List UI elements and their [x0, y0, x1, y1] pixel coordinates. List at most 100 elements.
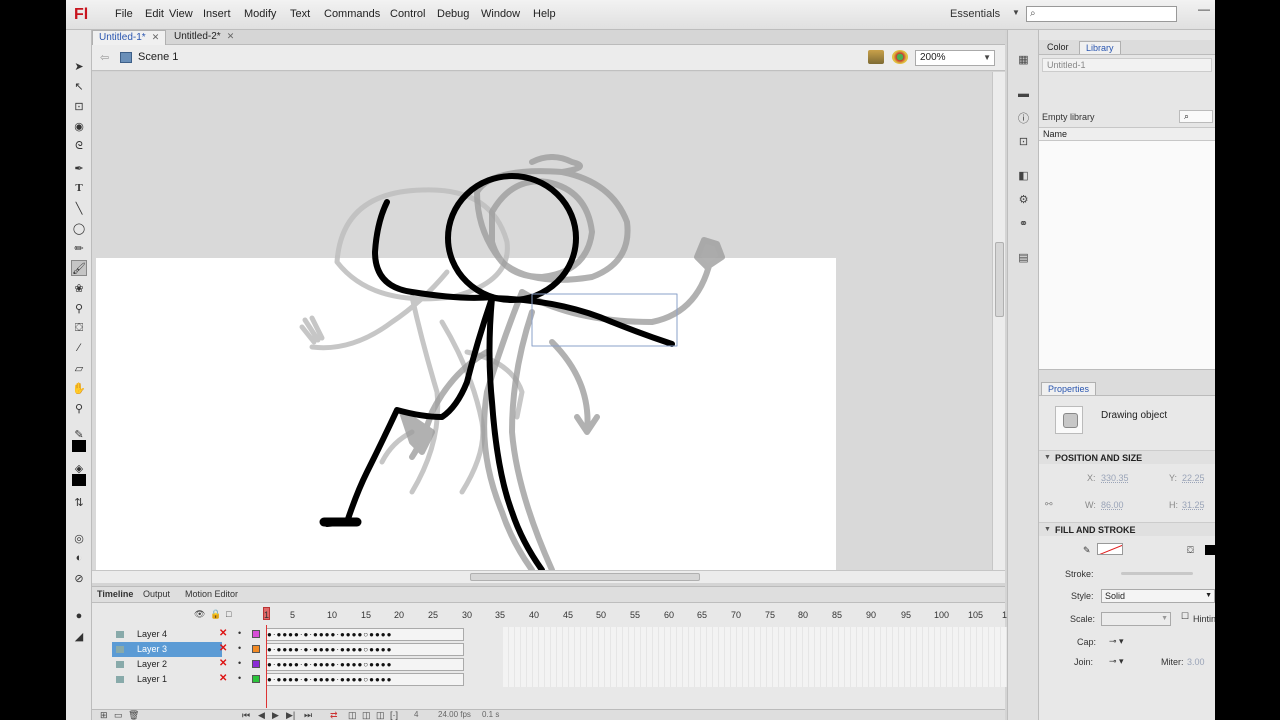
menu-debug[interactable]: Debug: [437, 8, 469, 20]
free-transform-tool-icon[interactable]: ⊡: [71, 98, 87, 114]
modify-markers-icon[interactable]: [·]: [390, 710, 398, 720]
timeline-layer-row[interactable]: Layer 3 ✕ • ●·●●●●·●·●●●●·●●●●○●●●●: [92, 642, 464, 657]
eyedropper-tool-icon[interactable]: ⁄: [71, 340, 87, 356]
lasso-tool-icon[interactable]: ᘓ: [71, 138, 87, 154]
scene-label[interactable]: Scene 1: [138, 51, 178, 63]
layer-frames[interactable]: ●·●●●●·●·●●●●·●●●●○●●●●: [266, 658, 464, 671]
onion-skin-drawing[interactable]: [92, 72, 992, 570]
lock-dot-icon[interactable]: •: [238, 673, 241, 683]
timeline-layer-row[interactable]: Layer 1 ✕ • ●·●●●●·●·●●●●·●●●●○●●●●: [92, 672, 464, 687]
show-hide-all-icon[interactable]: 👁: [194, 609, 205, 620]
subselection-tool-icon[interactable]: ↖: [71, 78, 87, 94]
pen-tool-icon[interactable]: ✒: [71, 160, 87, 176]
layer-outline-color[interactable]: [252, 645, 260, 653]
menu-modify[interactable]: Modify: [244, 8, 276, 20]
hidden-x-icon[interactable]: ✕: [219, 673, 227, 684]
library-item-list[interactable]: [1039, 141, 1215, 369]
brush-tool-icon[interactable]: 🖌: [71, 260, 87, 276]
position-size-section[interactable]: POSITION AND SIZE: [1039, 450, 1215, 465]
doc-tab-untitled-1[interactable]: Untitled-1* ✕: [92, 30, 167, 45]
layer-name-cell[interactable]: Layer 3: [112, 642, 222, 657]
text-tool-icon[interactable]: T: [71, 180, 87, 196]
workspace-switcher[interactable]: Essentials: [950, 8, 1000, 20]
link-icon[interactable]: ⚯: [1045, 499, 1053, 510]
w-value[interactable]: 86.00: [1101, 500, 1124, 510]
delete-layer-icon[interactable]: 🗑: [128, 710, 139, 720]
layer-outline-color[interactable]: [252, 675, 260, 683]
edit-scene-icon[interactable]: [868, 50, 884, 64]
tab-properties[interactable]: Properties: [1041, 382, 1097, 395]
deco-tool-icon[interactable]: ❀: [71, 280, 87, 296]
stroke-color-swatch[interactable]: [72, 440, 86, 452]
fill-color-swatch[interactable]: [72, 474, 86, 486]
menu-window[interactable]: Window: [481, 8, 520, 20]
x-value[interactable]: 330.35: [1101, 473, 1129, 483]
cap-select[interactable]: ⊸ ▾: [1109, 636, 1124, 647]
library-search-input[interactable]: ⌕: [1179, 110, 1213, 123]
step-forward-icon[interactable]: ▶|: [286, 710, 295, 720]
tab-library[interactable]: Library: [1079, 41, 1121, 54]
menu-help[interactable]: Help: [533, 8, 556, 20]
stroke-width-slider[interactable]: [1121, 572, 1193, 575]
library-document-select[interactable]: Untitled-1: [1042, 58, 1212, 72]
new-folder-icon[interactable]: ▭: [114, 710, 123, 720]
fill-color-swatch[interactable]: [1205, 545, 1215, 555]
outline-all-icon[interactable]: □: [226, 609, 231, 619]
onion-outline-icon[interactable]: ◫: [362, 710, 371, 720]
timeline-layer-row[interactable]: Layer 2 ✕ • ●·●●●●·●·●●●●·●●●●○●●●●: [92, 657, 464, 672]
pencil-tool-icon[interactable]: ✏: [71, 240, 87, 256]
hidden-x-icon[interactable]: ✕: [219, 643, 227, 654]
swap-colors-icon[interactable]: ⇅: [71, 494, 87, 510]
layer-name-cell[interactable]: Layer 2: [112, 657, 222, 672]
selection-tool-icon[interactable]: ➤: [71, 58, 87, 74]
history-panel-icon[interactable]: ▤: [1016, 250, 1031, 265]
layer-frames[interactable]: ●·●●●●·●·●●●●·●●●●○●●●●: [266, 628, 464, 641]
hidden-x-icon[interactable]: ✕: [219, 658, 227, 669]
components-icon[interactable]: ⚙: [1016, 192, 1031, 207]
brush-size-icon[interactable]: ●: [71, 608, 87, 624]
lock-dot-icon[interactable]: •: [238, 643, 241, 653]
library-column-header[interactable]: Name: [1039, 127, 1215, 141]
first-frame-icon[interactable]: ⏮: [242, 710, 250, 720]
new-layer-icon[interactable]: ⊞: [100, 710, 108, 720]
stage-horizontal-scrollbar[interactable]: [92, 570, 1005, 583]
layer-frames[interactable]: ●·●●●●·●·●●●●·●●●●○●●●●: [266, 673, 464, 686]
library-panel-icon[interactable]: ▦: [1016, 52, 1031, 67]
step-back-icon[interactable]: ◀: [258, 710, 265, 720]
scrollbar-thumb[interactable]: [995, 242, 1004, 317]
layer-name-cell[interactable]: Layer 1: [112, 672, 222, 687]
menu-control[interactable]: Control: [390, 8, 425, 20]
code-snippets-icon[interactable]: ◧: [1016, 168, 1031, 183]
brush-shape-icon[interactable]: ◢: [71, 628, 87, 644]
chevron-down-icon[interactable]: ▼: [1012, 8, 1020, 17]
menu-file[interactable]: File: [115, 8, 133, 20]
info-panel-icon[interactable]: ⓘ: [1016, 110, 1031, 125]
h-value[interactable]: 31.25: [1182, 500, 1205, 510]
join-select[interactable]: ⊸ ▾: [1109, 656, 1124, 667]
menu-text[interactable]: Text: [290, 8, 310, 20]
y-value[interactable]: 22.25: [1182, 473, 1205, 483]
motion-presets-icon[interactable]: ⚭: [1016, 216, 1031, 231]
hidden-x-icon[interactable]: ✕: [219, 628, 227, 639]
tab-motion-editor[interactable]: Motion Editor: [185, 589, 238, 599]
edit-multiple-frames-icon[interactable]: ◫: [376, 710, 385, 720]
minimize-button[interactable]: —: [1193, 2, 1215, 20]
align-panel-icon[interactable]: ▬: [1016, 86, 1031, 101]
hand-tool-icon[interactable]: ✋: [71, 380, 87, 396]
scrollbar-thumb[interactable]: [470, 573, 700, 581]
object-drawing-icon[interactable]: ◎: [71, 530, 87, 546]
doc-tab-untitled-2[interactable]: Untitled-2* ✕: [168, 30, 240, 45]
stroke-color-swatch[interactable]: [1097, 543, 1123, 555]
3d-rotation-tool-icon[interactable]: ◉: [71, 118, 87, 134]
pasteboard[interactable]: [92, 72, 992, 570]
timeline-layer-row[interactable]: Layer 4 ✕ • ●·●●●●·●·●●●●·●●●●○●●●●: [92, 627, 464, 642]
back-arrow-icon[interactable]: ⇦: [100, 51, 109, 64]
lock-dot-icon[interactable]: •: [238, 628, 241, 638]
zoom-tool-icon[interactable]: ⚲: [71, 400, 87, 416]
zoom-select[interactable]: 200% ▼: [915, 50, 995, 66]
loop-icon[interactable]: ⇄: [330, 710, 338, 720]
tab-color[interactable]: Color: [1041, 41, 1075, 53]
lock-fill-icon[interactable]: ⊘: [71, 570, 87, 586]
last-frame-icon[interactable]: ⏭: [304, 710, 312, 720]
stage-vertical-scrollbar[interactable]: [992, 72, 1005, 570]
